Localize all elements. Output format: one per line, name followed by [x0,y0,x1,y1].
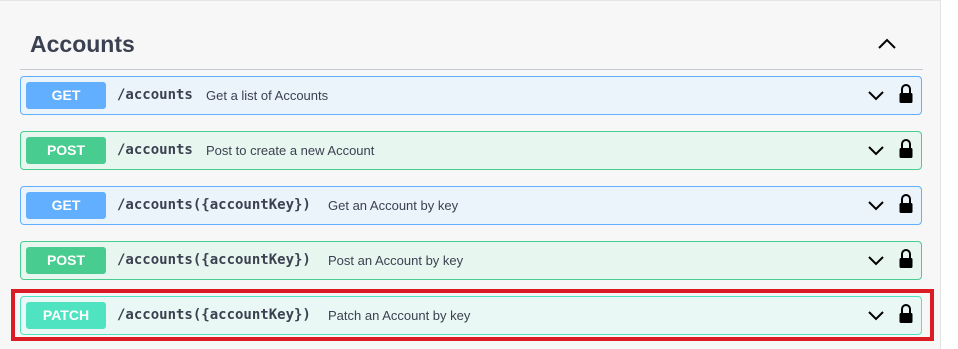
chevron-down-icon[interactable] [866,88,886,104]
operation-path: /accounts [117,142,193,158]
method-badge: POST [26,137,106,164]
lock-icon[interactable] [898,83,914,105]
api-section-panel: Accounts GET /accounts Get a list of Acc… [0,0,941,349]
operation-path: /accounts({accountKey}) [117,197,311,213]
operation-path: /accounts [117,87,193,103]
operation-summary: Get a list of Accounts [206,88,329,103]
method-badge: GET [26,192,106,219]
operation-post-account-by-key[interactable]: POST /accounts({accountKey}) Post an Acc… [20,241,922,280]
chevron-down-icon[interactable] [866,143,886,159]
operation-path: /accounts({accountKey}) [117,307,311,323]
operation-summary: Post to create a new Account [206,143,375,158]
operation-patch-account-by-key[interactable]: PATCH /accounts({accountKey}) Patch an A… [20,296,922,335]
method-badge: POST [26,247,106,274]
operation-summary: Post an Account by key [328,253,464,268]
operation-post-accounts[interactable]: POST /accounts Post to create a new Acco… [20,131,922,170]
operation-summary: Patch an Account by key [328,308,471,323]
method-badge: GET [26,82,106,109]
lock-icon[interactable] [898,138,914,160]
section-title: Accounts [30,31,135,57]
section-header-accounts[interactable]: Accounts [20,19,923,70]
method-badge: PATCH [26,302,106,329]
chevron-up-icon[interactable] [875,33,899,53]
operation-get-accounts[interactable]: GET /accounts Get a list of Accounts [20,76,922,115]
operation-path: /accounts({accountKey}) [117,252,311,268]
chevron-down-icon[interactable] [866,308,886,324]
chevron-down-icon[interactable] [866,253,886,269]
chevron-down-icon[interactable] [866,198,886,214]
operation-get-account-by-key[interactable]: GET /accounts({accountKey}) Get an Accou… [20,186,922,225]
operation-summary: Get an Account by key [328,198,459,213]
lock-icon[interactable] [898,303,914,325]
lock-icon[interactable] [898,193,914,215]
lock-icon[interactable] [898,248,914,270]
